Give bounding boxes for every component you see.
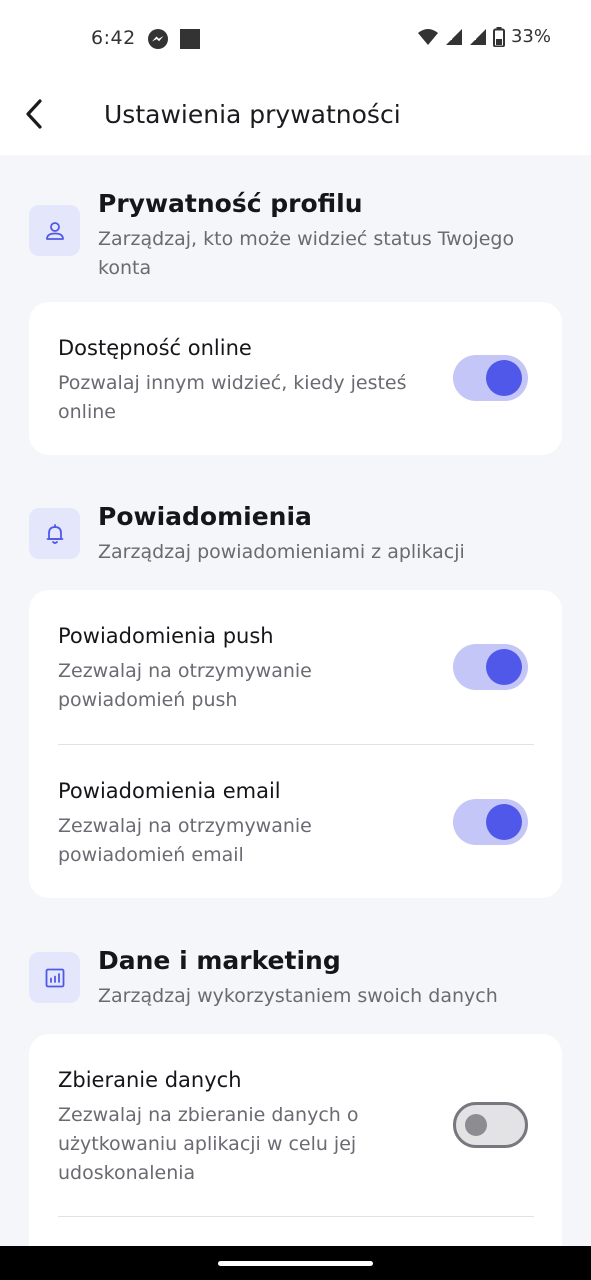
notification-square-icon bbox=[180, 29, 200, 49]
status-time: 6:42 bbox=[91, 27, 136, 49]
page-title: Ustawienia prywatności bbox=[104, 100, 401, 129]
app-bar: Ustawienia prywatności bbox=[0, 76, 591, 155]
chart-icon bbox=[45, 968, 64, 987]
section-icon-box bbox=[29, 508, 80, 559]
setting-row-data-collection: Zbieranie danych Zezwalaj na zbieranie d… bbox=[29, 1034, 562, 1216]
setting-description: Zezwalaj na zbieranie danych o użytkowan… bbox=[58, 1104, 359, 1184]
section-icon-box bbox=[29, 952, 80, 1003]
status-left-icons bbox=[147, 28, 201, 50]
section-title: Powiadomienia bbox=[98, 502, 312, 531]
setting-title: Dostępność online bbox=[58, 336, 252, 360]
setting-description: Pozwalaj innym widzieć, kiedy jesteś onl… bbox=[58, 372, 407, 423]
setting-row-email-notifications: Powiadomienia email Zezwalaj na otrzymyw… bbox=[29, 745, 562, 898]
setting-row-online-availability: Dostępność online Pozwalaj innym widzieć… bbox=[29, 302, 562, 455]
card-notifications: Powiadomienia push Zezwalaj na otrzymywa… bbox=[29, 590, 562, 898]
divider bbox=[58, 1216, 534, 1217]
person-icon bbox=[45, 221, 64, 240]
signal-icon bbox=[445, 28, 462, 45]
battery-icon bbox=[492, 26, 505, 47]
section-subtitle: Zarządzaj powiadomieniami z aplikacji bbox=[98, 541, 465, 563]
system-nav-bar bbox=[0, 1246, 591, 1280]
status-right: 33% bbox=[417, 26, 551, 47]
section-subtitle: Zarządzaj, kto może widzieć status Twoje… bbox=[98, 228, 515, 279]
toggle-online-availability[interactable] bbox=[453, 355, 528, 401]
messenger-icon bbox=[148, 29, 168, 49]
section-title: Prywatność profilu bbox=[98, 189, 363, 218]
setting-title: Zbieranie danych bbox=[58, 1068, 242, 1092]
toggle-push-notifications[interactable] bbox=[453, 644, 528, 690]
setting-description: Zezwalaj na otrzymywanie powiadomień ema… bbox=[58, 815, 312, 866]
back-button[interactable] bbox=[14, 92, 54, 136]
section-title: Dane i marketing bbox=[98, 946, 341, 975]
card-profile-privacy: Dostępność online Pozwalaj innym widzieć… bbox=[29, 302, 562, 455]
toggle-data-collection[interactable] bbox=[453, 1102, 528, 1148]
wifi-icon bbox=[417, 28, 438, 45]
status-bar: 6:42 33% bbox=[0, 0, 591, 76]
section-icon-box bbox=[29, 205, 80, 256]
card-data-marketing: Zbieranie danych Zezwalaj na zbieranie d… bbox=[29, 1034, 562, 1274]
battery-percent: 33% bbox=[510, 26, 551, 47]
toggle-email-notifications[interactable] bbox=[453, 799, 528, 845]
back-arrow-icon bbox=[26, 99, 42, 129]
setting-row-push-notifications: Powiadomienia push Zezwalaj na otrzymywa… bbox=[29, 590, 562, 744]
setting-title: Powiadomienia email bbox=[58, 779, 281, 803]
signal-icon-2 bbox=[469, 28, 486, 45]
section-subtitle: Zarządzaj wykorzystaniem swoich danych bbox=[98, 985, 498, 1007]
bell-icon bbox=[46, 523, 63, 544]
setting-title: Powiadomienia push bbox=[58, 624, 274, 648]
setting-description: Zezwalaj na otrzymywanie powiadomień pus… bbox=[58, 660, 312, 711]
home-gesture-handle[interactable] bbox=[218, 1261, 373, 1266]
